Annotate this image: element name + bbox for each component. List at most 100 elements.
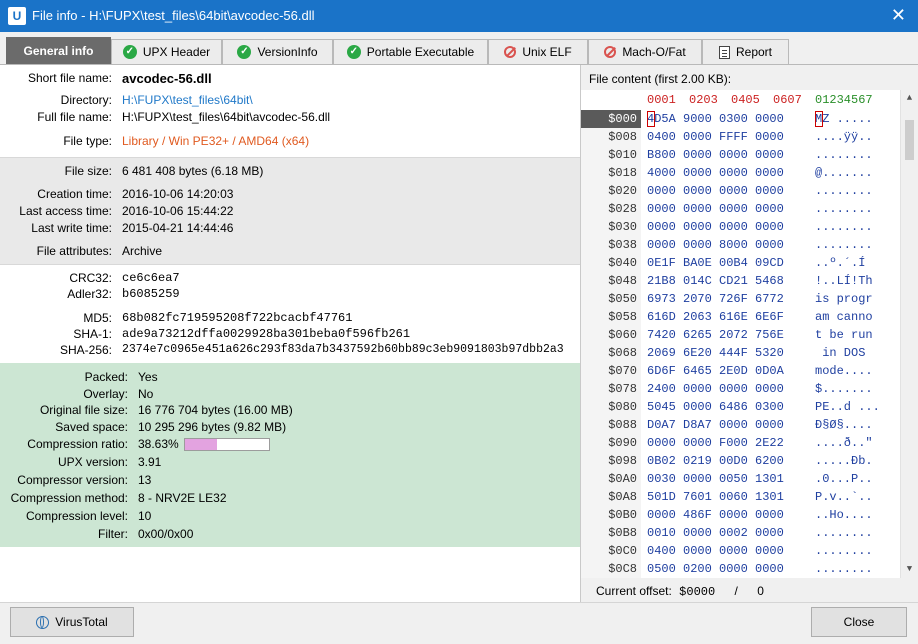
hex-offset: $038 (581, 236, 641, 254)
hex-bytes[interactable]: 5045 0000 6486 0300 (647, 398, 784, 416)
hex-column-header: 0001 (647, 93, 676, 107)
ascii-text[interactable]: ........ (815, 200, 873, 218)
ascii-text[interactable]: P.v..`.. (815, 488, 873, 506)
hex-bytes[interactable]: 2400 0000 0000 0000 (647, 380, 784, 398)
hex-row: $078 2400 0000 0000 0000 $....... (581, 380, 901, 398)
close-button[interactable]: Close (811, 607, 907, 637)
hex-offset: $0C8 (581, 560, 641, 578)
hex-bytes[interactable]: 0000 0000 8000 0000 (647, 236, 784, 254)
hex-bytes[interactable]: 0B02 0219 00D0 6200 (647, 452, 784, 470)
ascii-text[interactable]: @....... (815, 164, 873, 182)
ascii-text[interactable]: mode.... (815, 362, 873, 380)
field-label: Compression ratio: (27, 437, 128, 451)
ascii-text[interactable]: $....... (815, 380, 873, 398)
scroll-down-icon[interactable]: ▼ (901, 561, 918, 578)
hex-row: $0A8 501D 7601 0060 1301 P.v..`.. (581, 488, 901, 506)
ascii-text[interactable]: am canno (815, 308, 873, 326)
hex-row: $020 0000 0000 0000 0000........ (581, 182, 901, 200)
hex-bytes[interactable]: 501D 7601 0060 1301 (647, 488, 784, 506)
hex-bytes[interactable]: 0000 0000 0000 0000 (647, 200, 784, 218)
hex-header: 0001 0203 0405 0607 01234567 (581, 90, 901, 108)
hex-bytes[interactable]: 0010 0000 0002 0000 (647, 524, 784, 542)
ascii-text[interactable]: ....ð.." (815, 434, 873, 452)
hex-bytes[interactable]: 0E1F BA0E 00B4 09CD (647, 254, 784, 272)
hex-bytes[interactable]: 4000 0000 0000 0000 (647, 164, 784, 182)
hex-bytes[interactable]: 21B8 014C CD21 5468 (647, 272, 784, 290)
ascii-text[interactable]: is progr (815, 290, 873, 308)
hex-bytes[interactable]: D0A7 D8A7 0000 0000 (647, 416, 784, 434)
packed-value: Yes (138, 370, 158, 384)
ascii-text[interactable]: !..LÍ!Th (815, 272, 873, 290)
hex-bytes[interactable]: 4D5A 9000 0300 0000 (647, 110, 784, 128)
hex-bytes[interactable]: 0000 0000 F000 2E22 (647, 434, 784, 452)
filter-value: 0x00/0x00 (138, 527, 194, 541)
hex-row: $068 2069 6E20 444F 5320 in DOS (581, 344, 901, 362)
tab-upx-header[interactable]: ✓ UPX Header (111, 39, 222, 64)
ascii-text[interactable]: ........ (815, 182, 873, 200)
hex-offset: $090 (581, 434, 641, 452)
field-label: Compression level: (25, 509, 128, 523)
file-size-value: 6 481 408 bytes (6.18 MB) (122, 164, 264, 178)
ascii-text[interactable]: .....Ðb. (815, 452, 873, 470)
hex-offset: $098 (581, 452, 641, 470)
hex-bytes[interactable]: 616D 2063 616E 6E6F (647, 308, 784, 326)
compression-level-row: Compression level: 10 (0, 509, 580, 526)
hex-offset: $008 (581, 128, 641, 146)
hex-viewer[interactable]: 0001 0203 0405 0607 01234567 $000 4D5A 90… (581, 90, 918, 578)
window-close-icon[interactable]: ✕ (891, 5, 906, 26)
hex-bytes[interactable]: 0000 486F 0000 0000 (647, 506, 784, 524)
ascii-cursor (815, 111, 823, 127)
directory-link[interactable]: H:\FUPX\test_files\64bit\ (122, 93, 253, 107)
ascii-text[interactable]: ........ (815, 218, 873, 236)
tab-general-info[interactable]: General info (6, 37, 111, 64)
ascii-text[interactable]: MZ ..... (815, 110, 873, 128)
hex-bytes[interactable]: 0400 0000 FFFF 0000 (647, 128, 784, 146)
tab-portable-executable[interactable]: ✓ Portable Executable (333, 39, 488, 64)
tab-mach-o-fat[interactable]: Mach-O/Fat (588, 39, 702, 64)
hex-offset: $0A0 (581, 470, 641, 488)
hex-offset: $028 (581, 200, 641, 218)
ascii-text[interactable]: ........ (815, 560, 873, 578)
offset-decimal-value: 0 (757, 584, 764, 598)
hex-row: $038 0000 0000 8000 0000........ (581, 236, 901, 254)
hex-bytes[interactable]: 7420 6265 2072 756E (647, 326, 784, 344)
ascii-text[interactable]: ..Ho.... (815, 506, 873, 524)
ascii-text[interactable]: t be run (815, 326, 873, 344)
field-label: Last write time: (31, 221, 112, 235)
hex-bytes[interactable]: B800 0000 0000 0000 (647, 146, 784, 164)
ascii-text[interactable]: ..º.´.Í (815, 254, 865, 272)
hex-bytes[interactable]: 6973 2070 726F 6772 (647, 290, 784, 308)
last-access-row: Last access time: 2016-10-06 15:44:22 (0, 204, 580, 221)
original-size-row: Original file size: 16 776 704 bytes (16… (0, 403, 580, 420)
ascii-text[interactable]: in DOS (815, 344, 873, 362)
hex-row: $018 4000 0000 0000 0000 @....... (581, 164, 901, 182)
hex-offset: $010 (581, 146, 641, 164)
hex-bytes[interactable]: 0000 0000 0000 0000 (647, 182, 784, 200)
hex-offset: $088 (581, 416, 641, 434)
ascii-text[interactable]: .0...P.. (815, 470, 873, 488)
ascii-text[interactable]: PE..d ... (815, 398, 880, 416)
hex-bytes[interactable]: 2069 6E20 444F 5320 (647, 344, 784, 362)
ascii-text[interactable]: ........ (815, 524, 873, 542)
vertical-scrollbar[interactable]: ▲ ▼ (900, 90, 918, 578)
ascii-text[interactable]: ........ (815, 146, 873, 164)
scroll-up-icon[interactable]: ▲ (901, 90, 918, 107)
tab-report[interactable]: Report (702, 39, 789, 64)
ascii-text[interactable]: ........ (815, 236, 873, 254)
hex-bytes[interactable]: 0500 0200 0000 0000 (647, 560, 784, 578)
hex-bytes[interactable]: 0400 0000 0000 0000 (647, 542, 784, 560)
virustotal-button[interactable]: VirusTotal (10, 607, 134, 637)
scroll-thumb[interactable] (905, 120, 914, 160)
hex-bytes[interactable]: 0030 0000 0050 1301 (647, 470, 784, 488)
sha256-value: 2374e7c0965e451a626c293f83da7b3437592b60… (122, 343, 564, 356)
tab-versioninfo[interactable]: ✓ VersionInfo (222, 39, 333, 64)
ascii-text[interactable]: ....ÿÿ.. (815, 128, 873, 146)
last-write-row: Last write time: 2015-04-21 14:44:46 (0, 221, 580, 238)
hex-bytes[interactable]: 6D6F 6465 2E0D 0D0A (647, 362, 784, 380)
tab-label: Portable Executable (366, 45, 475, 59)
ascii-text[interactable]: ........ (815, 542, 873, 560)
tab-label: General info (23, 44, 94, 58)
hex-bytes[interactable]: 0000 0000 0000 0000 (647, 218, 784, 236)
tab-unix-elf[interactable]: Unix ELF (488, 39, 588, 64)
ascii-text[interactable]: Ð§Ø§.... (815, 416, 873, 434)
